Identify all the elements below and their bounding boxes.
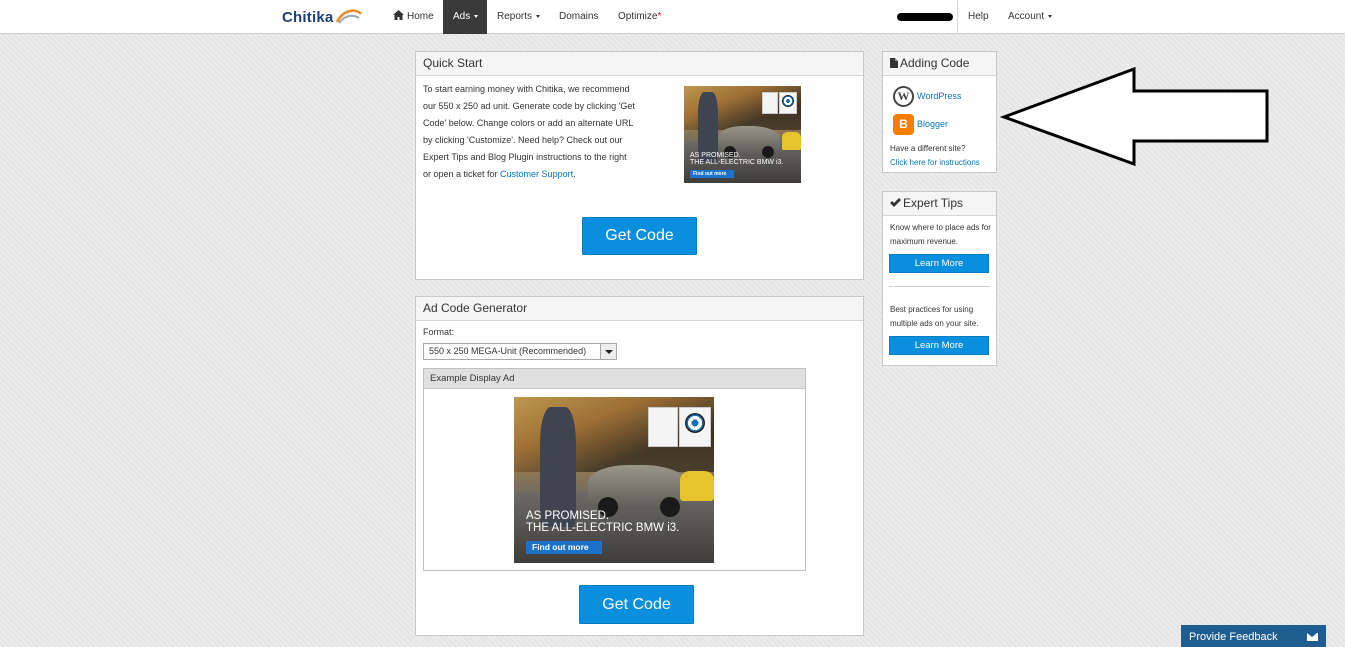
logo-text: Chitika bbox=[282, 8, 334, 26]
swoosh-icon bbox=[336, 9, 363, 24]
customer-support-link[interactable]: Customer Support bbox=[500, 169, 573, 179]
nav-home-label: Home bbox=[407, 11, 434, 22]
ad-preview-small[interactable]: AS PROMISED. THE ALL-ELECTRIC BMW i3. Fi… bbox=[684, 86, 801, 183]
nav-ads[interactable]: Ads bbox=[443, 0, 487, 34]
checkmark-icon bbox=[890, 198, 901, 207]
ad-brand-box bbox=[762, 92, 778, 114]
nav-reports[interactable]: Reports bbox=[487, 0, 550, 34]
learn-more-button[interactable]: Learn More bbox=[889, 336, 989, 355]
chitika-logo[interactable]: Chitika bbox=[282, 6, 363, 28]
ad-headline-line2: THE ALL-ELECTRIC BMW i3. bbox=[690, 159, 784, 166]
envelope-icon bbox=[1307, 633, 1318, 641]
ad-headline-line1: AS PROMISED. bbox=[690, 152, 741, 159]
ad-person bbox=[540, 407, 576, 527]
panel-title: Ad Code Generator bbox=[416, 297, 863, 321]
example-display-ad: Example Display Ad AS PROMISED. THE ALL-… bbox=[423, 368, 806, 571]
format-select-value: 550 x 250 MEGA-Unit (Recommended) bbox=[429, 346, 587, 356]
top-navbar: Chitika Home Ads Reports Domains Optimiz… bbox=[0, 0, 1345, 34]
bmw-logo-icon bbox=[685, 413, 705, 433]
ad-cta-button: Find out more bbox=[690, 170, 734, 178]
wordpress-icon[interactable] bbox=[893, 86, 914, 107]
quick-start-body: To start earning money with Chitika, we … bbox=[423, 84, 635, 179]
adding-code-panel: Adding Code WordPress Blogger Have a dif… bbox=[882, 51, 997, 173]
provide-feedback-button[interactable]: Provide Feedback bbox=[1181, 625, 1326, 647]
ad-taxi bbox=[680, 471, 714, 501]
different-site-text: Have a different site? bbox=[890, 144, 966, 153]
feedback-label: Provide Feedback bbox=[1189, 631, 1278, 643]
learn-more-button[interactable]: Learn More bbox=[889, 254, 989, 273]
quick-start-panel: Quick Start To start earning money with … bbox=[415, 51, 864, 280]
panel-title: Quick Start bbox=[416, 52, 863, 76]
dropdown-arrow-icon bbox=[600, 344, 616, 359]
wordpress-link[interactable]: WordPress bbox=[917, 91, 961, 101]
nav-optimize-label: Optimize bbox=[618, 11, 658, 22]
blogger-link[interactable]: Blogger bbox=[917, 119, 948, 129]
nav-ads-label: Ads bbox=[453, 11, 471, 22]
ad-brand-box bbox=[648, 407, 678, 447]
nav-reports-label: Reports bbox=[497, 11, 533, 22]
nav-account[interactable]: Account bbox=[998, 0, 1062, 34]
tip-text: Best practices for using multiple ads on… bbox=[890, 305, 979, 328]
ad-headline: AS PROMISED. THE ALL-ELECTRIC BMW i3. bbox=[690, 152, 783, 166]
divider bbox=[889, 286, 990, 287]
blogger-icon[interactable] bbox=[893, 114, 914, 135]
new-marker: * bbox=[657, 11, 662, 22]
get-code-button[interactable]: Get Code bbox=[582, 217, 697, 255]
redacted-username bbox=[897, 13, 953, 21]
ad-headline-line1: AS PROMISED. bbox=[526, 510, 610, 522]
nav-domains-label: Domains bbox=[559, 11, 599, 22]
panel-title: Expert Tips bbox=[883, 192, 996, 216]
example-title: Example Display Ad bbox=[424, 369, 805, 389]
ad-headline-line2: THE ALL-ELECTRIC BMW i3. bbox=[526, 521, 680, 534]
nav-home[interactable]: Home bbox=[383, 0, 444, 34]
nav-domains[interactable]: Domains bbox=[549, 0, 608, 34]
home-icon bbox=[393, 10, 404, 20]
nav-optimize[interactable]: Optimize* bbox=[608, 0, 671, 34]
ad-taxi bbox=[782, 132, 801, 150]
bmw-logo-icon bbox=[782, 95, 794, 107]
quick-start-text: To start earning money with Chitika, we … bbox=[423, 81, 635, 183]
format-select[interactable]: 550 x 250 MEGA-Unit (Recommended) bbox=[423, 343, 617, 360]
adding-code-title: Adding Code bbox=[900, 56, 970, 70]
ad-cta-button: Find out more bbox=[526, 541, 602, 554]
instructions-link[interactable]: Click here for instructions bbox=[890, 158, 980, 167]
caret-down-icon bbox=[474, 14, 479, 18]
expert-tips-title: Expert Tips bbox=[903, 196, 964, 210]
document-icon bbox=[890, 58, 898, 68]
ad-code-generator-panel: Ad Code Generator Format: 550 x 250 MEGA… bbox=[415, 296, 864, 636]
quick-start-period: . bbox=[573, 169, 576, 179]
annotation-arrow-icon bbox=[1000, 66, 1269, 167]
ad-preview-large[interactable]: AS PROMISED. THE ALL-ELECTRIC BMW i3. Fi… bbox=[514, 397, 714, 563]
caret-down-icon bbox=[536, 14, 541, 18]
expert-tips-panel: Expert Tips Know where to place ads for … bbox=[882, 191, 997, 366]
format-label: Format: bbox=[423, 327, 455, 337]
caret-down-icon bbox=[1048, 14, 1053, 18]
nav-help-label: Help bbox=[968, 11, 989, 22]
ad-headline: AS PROMISED. THE ALL-ELECTRIC BMW i3. bbox=[526, 510, 680, 534]
tip-text: Know where to place ads for maximum reve… bbox=[890, 223, 991, 246]
panel-title: Adding Code bbox=[883, 52, 996, 76]
nav-help[interactable]: Help bbox=[958, 0, 999, 34]
nav-account-label: Account bbox=[1008, 11, 1045, 22]
get-code-button[interactable]: Get Code bbox=[579, 585, 694, 624]
